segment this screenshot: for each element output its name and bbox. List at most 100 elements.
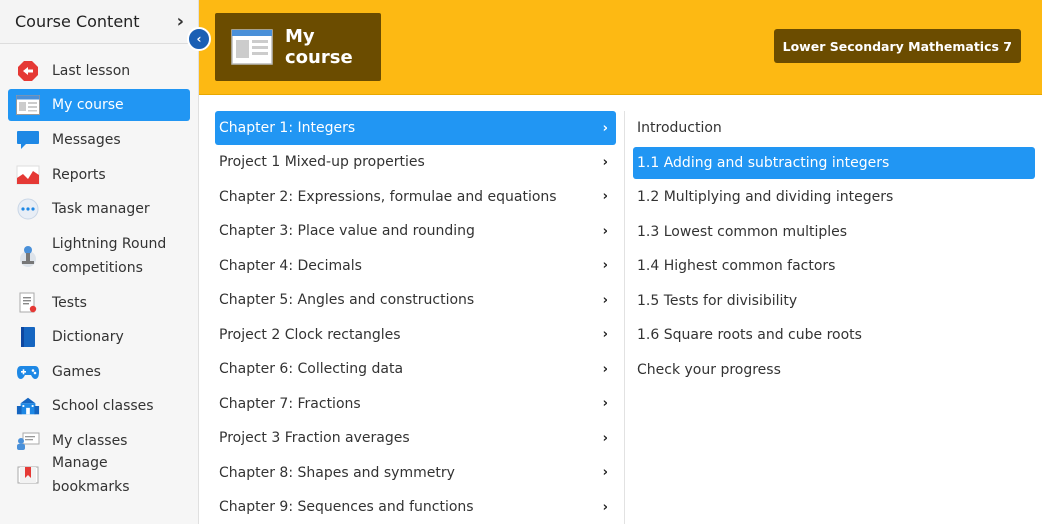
school-icon xyxy=(16,395,40,417)
chevron-right-icon: › xyxy=(602,465,608,481)
page-title: My course xyxy=(285,26,353,68)
sidebar-item-label: Messages xyxy=(52,132,121,149)
chevron-right-icon: › xyxy=(602,327,608,343)
chapter-item[interactable]: Chapter 7: Fractions › xyxy=(215,387,616,422)
collapse-sidebar-button[interactable]: ‹ xyxy=(187,27,211,51)
sidebar-item-label: My classes xyxy=(52,432,128,449)
sidebar-title: Course Content xyxy=(15,12,140,31)
section-item[interactable]: 1.6 Square roots and cube roots xyxy=(633,318,1035,353)
chapter-item[interactable]: Chapter 1: Integers › xyxy=(215,111,616,145)
course-title-tile: My course xyxy=(215,13,381,81)
trophy-icon xyxy=(16,245,40,267)
sidebar-item-reports[interactable]: Reports xyxy=(8,158,190,193)
section-item[interactable]: 1.1 Adding and subtracting integers xyxy=(633,146,1035,179)
classes-icon xyxy=(16,430,40,452)
sidebar-item-last-lesson[interactable]: Last lesson xyxy=(8,54,190,89)
sidebar-item-lightning-round[interactable]: Lightning Round competitions xyxy=(8,227,190,286)
course-window-icon xyxy=(231,29,273,65)
section-list: Introduction 1.1 Adding and subtracting … xyxy=(633,111,1035,387)
sidebar-item-label: My course xyxy=(52,96,124,113)
sidebar-item-tests[interactable]: Tests xyxy=(8,286,190,321)
section-item[interactable]: Introduction xyxy=(633,111,1035,146)
chat-bubble-icon xyxy=(16,129,40,151)
bookmark-icon xyxy=(16,464,40,486)
section-item[interactable]: Check your progress xyxy=(633,353,1035,388)
sidebar-item-school-classes[interactable]: School classes xyxy=(8,389,190,424)
chapter-item[interactable]: Project 2 Clock rectangles › xyxy=(215,318,616,353)
chapter-item[interactable]: Chapter 9: Sequences and functions › xyxy=(215,490,616,524)
sidebar-item-my-course[interactable]: My course xyxy=(8,88,190,121)
gamepad-icon xyxy=(16,361,40,383)
chapter-label: Chapter 4: Decimals xyxy=(219,257,362,274)
column-divider xyxy=(624,111,625,524)
chapter-label: Project 1 Mixed-up properties xyxy=(219,154,425,171)
section-label: 1.4 Highest common factors xyxy=(637,258,836,275)
course-window-icon xyxy=(16,94,40,116)
chevron-right-icon[interactable]: › xyxy=(177,11,184,32)
chapter-label: Chapter 5: Angles and constructions xyxy=(219,292,475,309)
chapter-label: Chapter 8: Shapes and symmetry xyxy=(219,464,455,481)
chapter-label: Chapter 9: Sequences and functions xyxy=(219,499,474,516)
chart-icon xyxy=(16,164,40,186)
test-sheet-icon xyxy=(16,292,40,314)
chapter-label: Project 3 Fraction averages xyxy=(219,430,410,447)
chapter-item[interactable]: Chapter 6: Collecting data › xyxy=(215,352,616,387)
section-item[interactable]: 1.3 Lowest common multiples xyxy=(633,215,1035,250)
chapter-label: Chapter 1: Integers xyxy=(219,120,356,136)
chevron-right-icon: › xyxy=(602,120,608,136)
sidebar-item-label: Tests xyxy=(52,294,87,311)
chevron-right-icon: › xyxy=(602,430,608,446)
section-label: 1.6 Square roots and cube roots xyxy=(637,327,862,344)
chevron-right-icon: › xyxy=(602,189,608,205)
chapter-list: Chapter 1: Integers › Project 1 Mixed-up … xyxy=(215,111,616,524)
sidebar-item-label: Last lesson xyxy=(52,63,131,80)
back-arrow-icon xyxy=(16,60,40,82)
section-item[interactable]: 1.4 Highest common factors xyxy=(633,249,1035,284)
section-label: 1.5 Tests for divisibility xyxy=(637,292,798,309)
section-label: Introduction xyxy=(637,120,722,137)
sidebar-item-task-manager[interactable]: Task manager xyxy=(8,192,190,227)
chevron-right-icon: › xyxy=(602,499,608,515)
sidebar-nav: Last lesson My course Messages Reports T… xyxy=(0,44,198,495)
chapter-item[interactable]: Chapter 8: Shapes and symmetry › xyxy=(215,456,616,491)
sidebar: Course Content › Last lesson My course M… xyxy=(0,0,199,524)
sidebar-header[interactable]: Course Content › xyxy=(0,0,198,44)
section-item[interactable]: 1.5 Tests for divisibility xyxy=(633,284,1035,319)
chevron-right-icon: › xyxy=(602,292,608,308)
sidebar-item-label: Reports xyxy=(52,166,106,183)
sidebar-item-messages[interactable]: Messages xyxy=(8,123,190,158)
book-icon xyxy=(16,326,40,348)
sidebar-item-label: Lightning Round competitions xyxy=(52,236,167,276)
chapter-item[interactable]: Chapter 5: Angles and constructions › xyxy=(215,283,616,318)
section-label: 1.1 Adding and subtracting integers xyxy=(637,154,890,171)
chapter-item[interactable]: Chapter 3: Place value and rounding › xyxy=(215,214,616,249)
chevron-right-icon: › xyxy=(602,361,608,377)
chapter-label: Chapter 7: Fractions xyxy=(219,395,361,412)
header-bar: My course Lower Secondary Mathematics 7 xyxy=(199,0,1042,95)
sidebar-item-games[interactable]: Games xyxy=(8,355,190,390)
chevron-right-icon: › xyxy=(602,223,608,239)
chevron-left-icon: ‹ xyxy=(196,32,202,46)
chapter-item[interactable]: Chapter 2: Expressions, formulae and equ… xyxy=(215,180,616,215)
chapter-label: Chapter 3: Place value and rounding xyxy=(219,223,475,240)
sidebar-item-label: Manage bookmarks xyxy=(52,455,130,496)
section-label: Check your progress xyxy=(637,361,781,378)
section-item[interactable]: 1.2 Multiplying and dividing integers xyxy=(633,180,1035,215)
chapter-item[interactable]: Project 1 Mixed-up properties › xyxy=(215,145,616,180)
sidebar-item-manage-bookmarks[interactable]: Manage bookmarks xyxy=(8,455,190,495)
chapter-item[interactable]: Project 3 Fraction averages › xyxy=(215,421,616,456)
sidebar-item-label: Dictionary xyxy=(52,329,124,346)
sidebar-item-dictionary[interactable]: Dictionary xyxy=(8,320,190,355)
task-manager-icon xyxy=(16,198,40,220)
sidebar-item-label: School classes xyxy=(52,398,154,415)
chapter-item[interactable]: Chapter 4: Decimals › xyxy=(215,249,616,284)
chapter-label: Chapter 6: Collecting data xyxy=(219,361,404,378)
section-label: 1.2 Multiplying and dividing integers xyxy=(637,189,894,206)
chevron-right-icon: › xyxy=(602,154,608,170)
sidebar-item-label: Task manager xyxy=(52,201,150,218)
section-label: 1.3 Lowest common multiples xyxy=(637,223,848,240)
chevron-right-icon: › xyxy=(602,396,608,412)
sidebar-item-label: Games xyxy=(52,363,101,380)
chapter-label: Project 2 Clock rectangles xyxy=(219,326,401,343)
course-name-badge: Lower Secondary Mathematics 7 xyxy=(773,29,1021,63)
